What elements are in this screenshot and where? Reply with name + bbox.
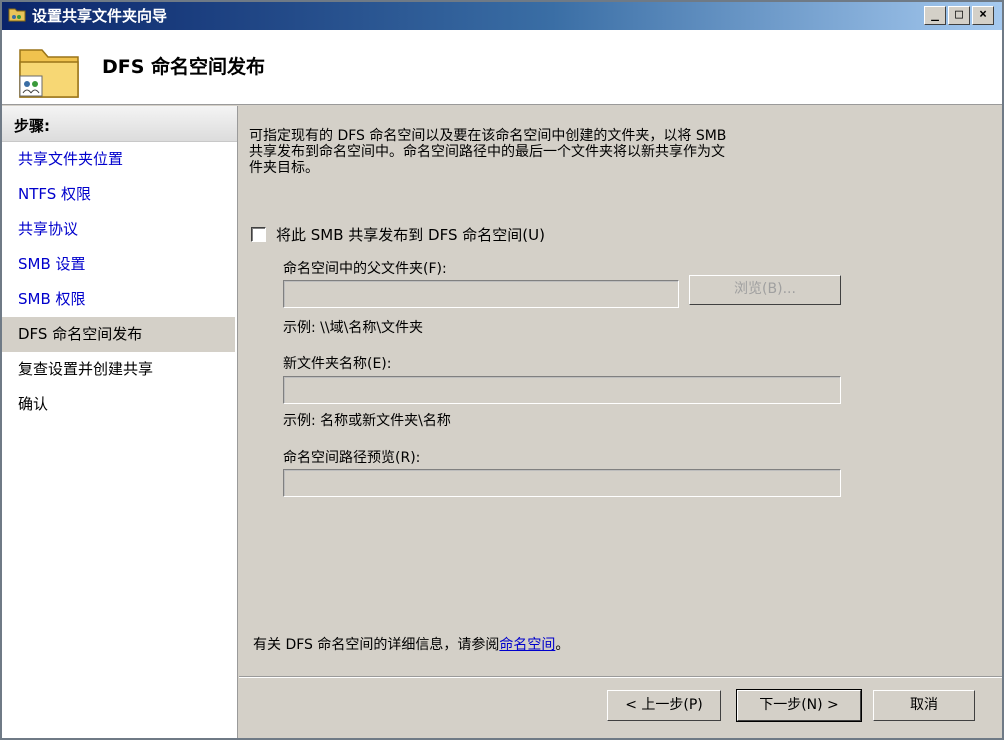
- steps-pane: 步骤: 共享文件夹位置 NTFS 权限 共享协议 SMB 设置 SMB 权限 DFS 命名…: [2, 106, 238, 738]
- parent-folder-label: 命名空间中的父文件夹(F):: [283, 261, 447, 277]
- namespace-path-preview: [283, 469, 841, 497]
- parent-folder-field[interactable]: [283, 280, 679, 308]
- back-button[interactable]: < 上一步(P): [607, 690, 721, 721]
- step-item-7: 复查设置并创建共享: [18, 360, 154, 378]
- browse-button[interactable]: 浏览(B)...: [689, 275, 841, 305]
- new-folder-example: 示例: 名称或新文件夹\名称: [283, 413, 451, 429]
- publish-checkbox-label: 将此 SMB 共享发布到 DFS 命名空间(U): [276, 226, 545, 244]
- window-title: 设置共享文件夹向导: [32, 7, 168, 25]
- intro-line-2: 共享发布到命名空间中。命名空间路径中的最后一个文件夹将以新共享作为文: [249, 144, 725, 160]
- page-title: DFS 命名空间发布: [102, 56, 266, 78]
- steps-heading: 步骤:: [2, 106, 237, 142]
- info-text: 有关 DFS 命名空间的详细信息，请参阅: [253, 637, 500, 653]
- wizard-footer: < 上一步(P) 下一步(N) > 取消: [239, 676, 1002, 738]
- parent-folder-example: 示例: \\域\名称\文件夹: [283, 320, 424, 336]
- step-item-1[interactable]: 共享文件夹位置: [2, 142, 237, 177]
- close-button[interactable]: ×: [972, 6, 994, 25]
- maximize-button[interactable]: □: [948, 6, 970, 25]
- publish-checkbox[interactable]: [251, 227, 266, 242]
- step-item-4[interactable]: SMB 设置: [2, 247, 237, 282]
- publish-checkbox-row[interactable]: 将此 SMB 共享发布到 DFS 命名空间(U): [251, 224, 545, 245]
- step-item-3[interactable]: 共享协议: [2, 212, 237, 247]
- namespace-help-link[interactable]: 命名空间: [499, 637, 555, 653]
- next-button[interactable]: 下一步(N) >: [736, 689, 862, 722]
- intro-line-1: 可指定现有的 DFS 命名空间以及要在该命名空间中创建的文件夹，以将 SMB: [249, 128, 727, 144]
- wizard-header: DFS 命名空间发布: [2, 30, 1002, 105]
- window-controls: _ □ ×: [924, 6, 994, 25]
- step-item-6: DFS 命名空间发布: [2, 317, 235, 352]
- preview-label: 命名空间路径预览(R):: [283, 450, 421, 466]
- info-line: 有关 DFS 命名空间的详细信息，请参阅命名空间。: [253, 634, 569, 654]
- intro-line-3: 件夹目标。: [249, 160, 319, 176]
- shared-folder-icon: [8, 8, 26, 22]
- minimize-button[interactable]: _: [924, 6, 946, 25]
- steps-list: 共享文件夹位置 NTFS 权限 共享协议 SMB 设置 SMB 权限 DFS 命名空间发布…: [2, 142, 237, 422]
- new-folder-label: 新文件夹名称(E):: [283, 356, 392, 372]
- content-pane: 可指定现有的 DFS 命名空间以及要在该命名空间中创建的文件夹，以将 SMB 共…: [239, 106, 1002, 676]
- step-item-2[interactable]: NTFS 权限: [2, 177, 237, 212]
- wizard-window: 设置共享文件夹向导 _ □ × DFS 命名空间发布 步骤: 共享文件夹位置 NT…: [0, 0, 1004, 740]
- info-end: 。: [555, 637, 570, 653]
- intro-text: 可指定现有的 DFS 命名空间以及要在该命名空间中创建的文件夹，以将 SMB 共…: [249, 128, 839, 176]
- step-item-5[interactable]: SMB 权限: [2, 282, 237, 317]
- shared-folder-icon: [19, 49, 79, 98]
- cancel-button[interactable]: 取消: [873, 690, 975, 721]
- new-folder-field[interactable]: [283, 376, 841, 404]
- step-item-8: 确认: [18, 395, 49, 413]
- title-bar[interactable]: 设置共享文件夹向导 _ □ ×: [2, 2, 1002, 30]
